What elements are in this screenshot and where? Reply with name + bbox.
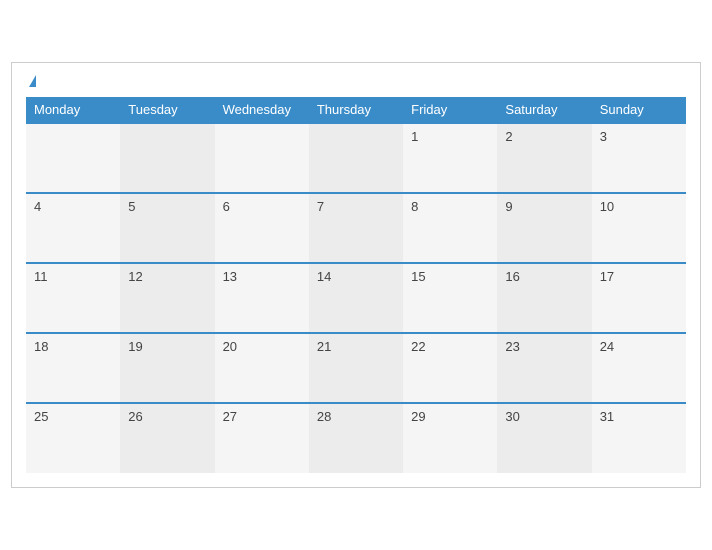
day-number: 7 (317, 199, 324, 214)
calendar-day-cell: 5 (120, 193, 214, 263)
calendar-day-cell: 19 (120, 333, 214, 403)
calendar-day-cell: 12 (120, 263, 214, 333)
calendar-day-cell: 9 (497, 193, 591, 263)
calendar-day-cell: 8 (403, 193, 497, 263)
calendar-day-cell: 31 (592, 403, 686, 473)
weekday-header: Friday (403, 97, 497, 123)
calendar-day-cell (215, 123, 309, 193)
calendar-day-cell: 13 (215, 263, 309, 333)
day-number: 22 (411, 339, 425, 354)
day-number: 26 (128, 409, 142, 424)
day-number: 13 (223, 269, 237, 284)
day-number: 12 (128, 269, 142, 284)
day-number: 30 (505, 409, 519, 424)
calendar-day-cell: 4 (26, 193, 120, 263)
calendar-day-cell: 29 (403, 403, 497, 473)
calendar-week-row: 18 19 20 21 22 23 24 (26, 333, 686, 403)
calendar-day-cell: 28 (309, 403, 403, 473)
day-number: 20 (223, 339, 237, 354)
day-number: 29 (411, 409, 425, 424)
weekday-header: Sunday (592, 97, 686, 123)
day-number: 15 (411, 269, 425, 284)
calendar-day-cell: 25 (26, 403, 120, 473)
calendar-week-row: 1 2 3 (26, 123, 686, 193)
calendar-day-cell: 21 (309, 333, 403, 403)
calendar-day-cell: 27 (215, 403, 309, 473)
day-number: 1 (411, 129, 418, 144)
day-number: 5 (128, 199, 135, 214)
day-number: 18 (34, 339, 48, 354)
day-number: 14 (317, 269, 331, 284)
day-number: 27 (223, 409, 237, 424)
calendar-day-cell: 1 (403, 123, 497, 193)
day-number: 10 (600, 199, 614, 214)
day-number: 28 (317, 409, 331, 424)
day-number: 16 (505, 269, 519, 284)
day-number: 19 (128, 339, 142, 354)
calendar-body: 1234567891011121314151617181920212223242… (26, 123, 686, 473)
calendar-day-cell: 16 (497, 263, 591, 333)
calendar-day-cell (120, 123, 214, 193)
calendar-grid: MondayTuesdayWednesdayThursdayFridaySatu… (26, 97, 686, 473)
weekday-header: Thursday (309, 97, 403, 123)
calendar-day-cell: 24 (592, 333, 686, 403)
day-number: 25 (34, 409, 48, 424)
day-number: 2 (505, 129, 512, 144)
calendar-week-row: 11 12 13 14 15 16 17 (26, 263, 686, 333)
day-number: 31 (600, 409, 614, 424)
logo-triangle-icon (29, 75, 36, 87)
calendar-day-cell: 7 (309, 193, 403, 263)
calendar-week-row: 4 5 6 7 8 9 10 (26, 193, 686, 263)
calendar-day-cell: 20 (215, 333, 309, 403)
weekday-header-row: MondayTuesdayWednesdayThursdayFridaySatu… (26, 97, 686, 123)
calendar-day-cell: 6 (215, 193, 309, 263)
calendar-day-cell: 23 (497, 333, 591, 403)
calendar-day-cell (309, 123, 403, 193)
day-number: 21 (317, 339, 331, 354)
weekday-header: Monday (26, 97, 120, 123)
day-number: 11 (34, 269, 48, 284)
calendar-header (26, 75, 686, 87)
calendar-day-cell: 18 (26, 333, 120, 403)
logo (26, 75, 40, 87)
day-number: 9 (505, 199, 512, 214)
weekday-header: Tuesday (120, 97, 214, 123)
calendar-day-cell: 15 (403, 263, 497, 333)
weekday-header: Wednesday (215, 97, 309, 123)
calendar-day-cell: 26 (120, 403, 214, 473)
calendar-day-cell: 14 (309, 263, 403, 333)
day-number: 6 (223, 199, 230, 214)
calendar-container: MondayTuesdayWednesdayThursdayFridaySatu… (11, 62, 701, 488)
day-number: 3 (600, 129, 607, 144)
day-number: 4 (34, 199, 41, 214)
day-number: 24 (600, 339, 614, 354)
day-number: 8 (411, 199, 418, 214)
calendar-day-cell: 2 (497, 123, 591, 193)
calendar-day-cell: 22 (403, 333, 497, 403)
calendar-day-cell: 17 (592, 263, 686, 333)
calendar-week-row: 25 26 27 28 29 30 31 (26, 403, 686, 473)
calendar-day-cell: 3 (592, 123, 686, 193)
day-number: 17 (600, 269, 614, 284)
day-number: 23 (505, 339, 519, 354)
calendar-day-cell (26, 123, 120, 193)
weekday-header: Saturday (497, 97, 591, 123)
calendar-day-cell: 10 (592, 193, 686, 263)
calendar-day-cell: 30 (497, 403, 591, 473)
calendar-day-cell: 11 (26, 263, 120, 333)
